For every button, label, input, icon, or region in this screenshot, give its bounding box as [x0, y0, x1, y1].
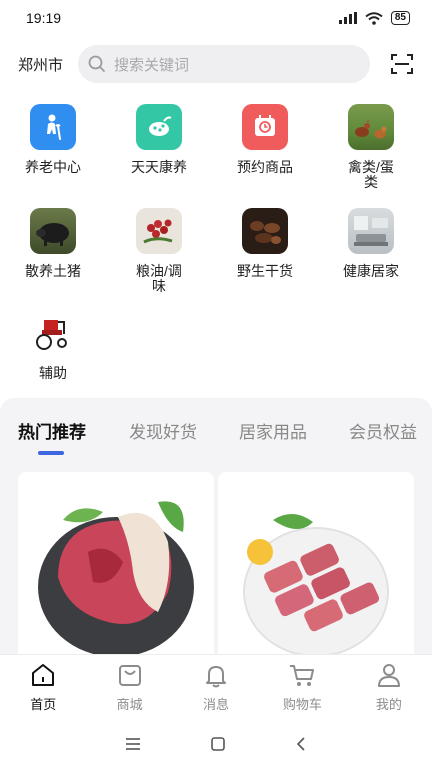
product-card[interactable] — [218, 472, 414, 654]
tab-bar: 热门推荐 发现好货 居家用品 会员权益 — [0, 418, 432, 458]
battery-indicator: 85 — [390, 11, 410, 25]
user-icon — [377, 664, 400, 687]
category-daily-health[interactable]: 天天康养 — [114, 104, 204, 175]
dried-goods-photo — [242, 208, 288, 254]
scan-icon[interactable] — [390, 52, 414, 76]
menu-icon[interactable] — [125, 737, 141, 751]
recommend-panel: 热门推荐 发现好货 居家用品 会员权益 — [0, 398, 432, 654]
category-label: 预约商品 — [237, 159, 293, 175]
bell-icon — [206, 666, 227, 688]
category-label: 野生干货 — [237, 263, 293, 279]
search-placeholder: 搜索关键词 — [114, 56, 190, 74]
home-square-icon[interactable] — [210, 736, 226, 752]
home-interior-photo — [348, 208, 394, 254]
search-header: 郑州市 搜索关键词 — [0, 42, 432, 86]
nav-mall[interactable]: 商城 — [86, 655, 172, 720]
category-grain-oil[interactable]: 粮油/调味 — [114, 208, 204, 294]
nav-label: 购物车 — [282, 697, 322, 712]
nav-label: 商城 — [116, 697, 143, 712]
tab-member-benefits[interactable]: 会员权益 — [349, 418, 417, 443]
shopping-bag-icon — [118, 665, 141, 686]
appointment-clock-icon — [242, 104, 288, 150]
city-selector[interactable]: 郑州市 — [18, 54, 78, 75]
back-icon[interactable] — [295, 736, 307, 752]
nav-label: 我的 — [375, 697, 402, 712]
category-label: 散养土猪 — [25, 263, 81, 279]
pork-ribs-photo — [243, 513, 389, 654]
pig-photo — [30, 208, 76, 254]
category-wild-dried-goods[interactable]: 野生干货 — [220, 208, 310, 279]
active-tab-indicator — [38, 451, 64, 455]
nav-profile[interactable]: 我的 — [346, 655, 432, 720]
vegetables-icon — [136, 104, 182, 150]
signal-icon — [338, 12, 357, 24]
category-free-range-pork[interactable]: 散养土猪 — [8, 208, 98, 279]
nav-label: 首页 — [30, 697, 57, 712]
elder-care-icon — [30, 104, 76, 150]
system-nav-bar — [0, 720, 432, 768]
category-label: 健康居家 — [343, 263, 399, 279]
search-icon — [88, 55, 106, 73]
nav-cart[interactable]: 购物车 — [259, 655, 345, 720]
category-label: 禽类/蛋类 — [348, 159, 394, 190]
category-poultry[interactable]: 禽类/蛋类 — [326, 104, 416, 190]
bottom-nav: 首页 商城 消息 购物车 我的 — [0, 654, 432, 720]
category-elder-care[interactable]: 养老中心 — [8, 104, 98, 175]
grain-oil-photo — [136, 208, 182, 254]
status-icons: 85 — [338, 11, 410, 25]
category-label: 养老中心 — [25, 159, 81, 175]
status-time: 19:19 — [26, 10, 62, 26]
category-appointment[interactable]: 预约商品 — [220, 104, 310, 175]
category-healthy-home[interactable]: 健康居家 — [326, 208, 416, 279]
pork-leg-photo — [38, 501, 194, 654]
product-card[interactable] — [18, 472, 214, 654]
poultry-photo — [348, 104, 394, 150]
category-assistive[interactable]: 辅助 — [8, 310, 98, 381]
nav-messages[interactable]: 消息 — [173, 655, 259, 720]
wheelchair-photo — [30, 310, 76, 356]
cart-icon — [290, 665, 315, 686]
tab-discover-goods[interactable]: 发现好货 — [129, 418, 197, 443]
status-bar: 19:19 85 — [0, 0, 432, 36]
nav-label: 消息 — [203, 697, 230, 712]
tab-home-goods[interactable]: 居家用品 — [239, 418, 307, 443]
wifi-icon — [365, 11, 383, 25]
category-label: 粮油/调味 — [136, 263, 182, 294]
home-icon — [32, 664, 55, 686]
search-input[interactable]: 搜索关键词 — [78, 45, 370, 83]
tab-hot-recommend[interactable]: 热门推荐 — [18, 418, 86, 443]
category-label: 天天康养 — [131, 159, 187, 175]
nav-home[interactable]: 首页 — [0, 655, 86, 720]
category-label: 辅助 — [39, 365, 67, 381]
